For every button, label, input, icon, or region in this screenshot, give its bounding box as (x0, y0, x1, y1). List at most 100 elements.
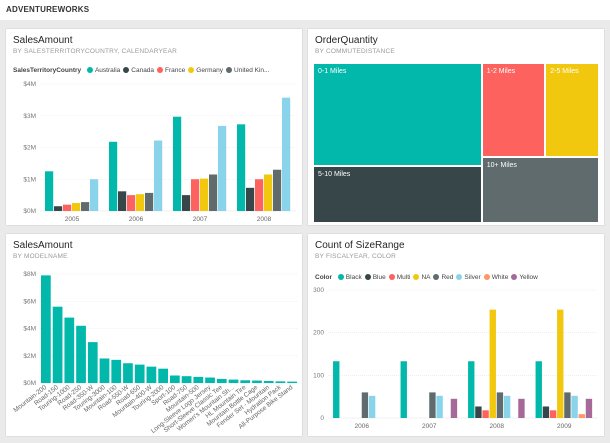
bar (361, 392, 369, 418)
treemap-cell[interactable]: 1-2 Miles (481, 63, 546, 157)
y-tick-label: 0 (320, 415, 324, 422)
bar (333, 361, 340, 418)
bar (578, 414, 585, 418)
bar (549, 410, 557, 418)
bar (63, 204, 72, 211)
bar (54, 206, 63, 211)
bar (496, 392, 504, 418)
bar (275, 381, 286, 383)
bar (76, 325, 86, 383)
y-tick-label: 300 (313, 287, 324, 294)
bar (564, 392, 571, 418)
x-tick-label: 2006 (129, 216, 144, 223)
tile-subtitle: BY COMMUTEDISTANCE (315, 48, 395, 55)
bar (246, 187, 255, 211)
x-tick-label: 2007 (193, 216, 208, 223)
treemap-cell[interactable]: 2-5 Miles (545, 63, 599, 157)
bar (158, 368, 168, 383)
bar (154, 140, 163, 211)
bar (87, 342, 98, 383)
bar (287, 381, 297, 383)
bar (41, 275, 51, 383)
top-bar: ADVENTUREWORKS (0, 0, 610, 20)
y-tick-label: $6M (23, 298, 36, 305)
y-tick-label: $4M (23, 81, 36, 88)
x-tick-label: 2009 (557, 423, 572, 430)
treemap-label: 0-1 Miles (318, 68, 347, 75)
bar (109, 141, 118, 211)
tile-order-quantity[interactable]: OrderQuantity BY COMMUTEDISTANCE 0-1 Mil… (308, 29, 604, 225)
bar (264, 174, 273, 211)
treemap-cell[interactable]: 0-1 Miles (313, 63, 482, 167)
y-tick-label: $0M (23, 208, 36, 215)
bar (200, 178, 209, 211)
x-tick-label: 2007 (422, 423, 437, 430)
y-tick-label: $0M (23, 380, 36, 387)
treemap-label: 1-2 Miles (486, 68, 516, 75)
bar (468, 361, 475, 418)
x-tick-label: 2006 (355, 423, 370, 430)
tile-title: OrderQuantity (315, 35, 378, 46)
bar (173, 116, 182, 211)
bar (209, 174, 218, 211)
x-tick-label: 2005 (65, 216, 80, 223)
bar (181, 376, 192, 383)
bar (489, 309, 496, 418)
bar (518, 398, 525, 418)
bar (191, 179, 200, 211)
bar (146, 366, 157, 383)
bar (450, 398, 458, 418)
bar (368, 395, 376, 418)
bar (571, 395, 578, 418)
bar (263, 380, 274, 383)
bar (193, 376, 204, 383)
x-tick-label: 2008 (257, 216, 272, 223)
bar (64, 317, 75, 383)
treemap-label: 2-5 Miles (550, 68, 579, 75)
treemap-label: 5-10 Miles (318, 171, 351, 179)
sales-by-model-chart: $0M$2M$4M$6M$8MMountain-200Road-150Touri… (12, 271, 298, 435)
size-range-chart: 0 100 200 300 2006 2007 2008 2009 (313, 287, 598, 430)
bar (99, 358, 110, 383)
bar (228, 379, 239, 383)
treemap-cell[interactable]: 5-10 Miles (313, 166, 482, 223)
bar (557, 309, 564, 418)
bar (273, 169, 282, 211)
treemap-cell[interactable]: 10+ Miles (481, 156, 599, 223)
bar (429, 392, 436, 418)
y-tick-label: 100 (313, 372, 324, 379)
bar (282, 97, 291, 211)
bar (255, 179, 264, 211)
y-tick-label: $3M (23, 113, 36, 120)
y-tick-label: $2M (23, 145, 36, 152)
bar (475, 406, 482, 418)
bar (145, 192, 154, 211)
app-title: ADVENTUREWORKS (6, 5, 90, 14)
bar (127, 195, 136, 211)
bar (482, 410, 489, 418)
bar (136, 194, 145, 211)
y-tick-label: $2M (23, 353, 36, 360)
tile-sales-by-model[interactable]: SalesAmount BY MODELNAME $0M $2M $4M $6M $8M… (6, 234, 302, 436)
bar (400, 361, 407, 418)
bar (45, 171, 54, 211)
bar (218, 125, 227, 211)
y-tick-label: $8M (23, 271, 36, 278)
bar (585, 398, 593, 418)
bar (118, 191, 127, 211)
bar (240, 380, 251, 383)
order-quantity-treemap: 0-1 Miles 5-10 Miles 1-2 Miles 2-5 Miles 10+… (313, 63, 599, 223)
treemap-label: 10+ Miles (486, 161, 517, 169)
bar (90, 179, 99, 211)
sales-by-country-chart: $0M $1M $2M $3M $4M 2005 2006 2007 2008 (23, 81, 296, 223)
tile-size-range-count[interactable]: Count of SizeRange BY FISCALYEAR, COLOR … (308, 234, 604, 436)
bar (52, 306, 63, 383)
bar (252, 380, 262, 383)
bar (170, 375, 180, 383)
x-tick-label: 2008 (490, 423, 505, 430)
bar (216, 378, 227, 383)
y-tick-label: 200 (313, 330, 324, 337)
bar (81, 202, 90, 211)
tile-sales-by-country[interactable]: SalesAmount BY SALESTERRITORYCOUNTRY, CA… (6, 29, 302, 225)
y-tick-label: $4M (23, 326, 36, 333)
